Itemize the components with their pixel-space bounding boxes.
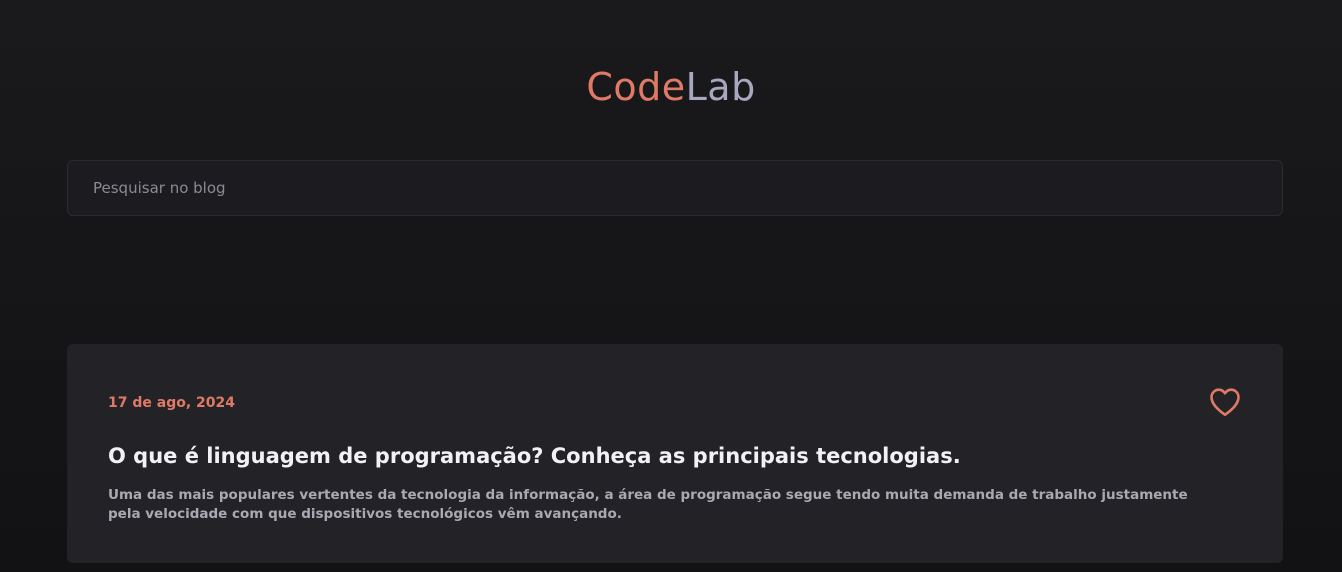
site-logo: CodeLab bbox=[0, 64, 1342, 110]
logo-lab-text: Lab bbox=[685, 65, 756, 109]
post-excerpt: Uma das mais populares vertentes da tecn… bbox=[108, 487, 1188, 522]
logo-code-text: Code bbox=[586, 65, 686, 109]
post-title[interactable]: O que é linguagem de programação? Conheç… bbox=[108, 443, 1242, 469]
heart-icon bbox=[1210, 388, 1240, 417]
post-date: 17 de ago, 2024 bbox=[108, 395, 235, 411]
search-box bbox=[67, 160, 1283, 216]
like-button[interactable] bbox=[1207, 384, 1243, 420]
post-card[interactable]: 17 de ago, 2024 O que é linguagem de pro… bbox=[67, 344, 1283, 563]
search-input[interactable] bbox=[68, 161, 1282, 215]
